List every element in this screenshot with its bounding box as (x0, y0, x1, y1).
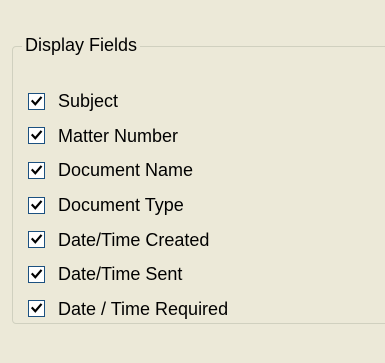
field-checkbox-matter-number[interactable]: Matter Number (28, 119, 228, 154)
dialog-panel: Display Fields Subject Matter Number Doc… (0, 0, 385, 363)
checkmark-icon (30, 199, 43, 210)
checkmark-icon (30, 303, 43, 314)
field-label: Matter Number (58, 125, 179, 146)
field-label: Date/Time Created (58, 229, 210, 250)
checkmark-icon (30, 96, 43, 106)
field-label: Date / Time Required (58, 298, 229, 319)
field-checkbox-subject[interactable]: Subject (28, 84, 228, 119)
checkmark-icon (30, 165, 43, 175)
field-checkbox-date-time-created[interactable]: Date/Time Created (28, 222, 228, 257)
display-fields-list: Subject Matter Number Document Name Docu… (28, 84, 228, 326)
field-label: Subject (58, 91, 119, 112)
field-label: Document Name (58, 160, 194, 181)
checkbox[interactable] (28, 127, 45, 145)
field-label: Date/Time Sent (58, 264, 183, 285)
checkbox[interactable] (28, 161, 45, 179)
checkmark-icon (30, 234, 43, 245)
checkbox[interactable] (28, 265, 45, 283)
groupbox-title: Display Fields (22, 34, 141, 56)
checkbox[interactable] (28, 92, 45, 110)
field-checkbox-document-name[interactable]: Document Name (28, 153, 228, 188)
checkbox[interactable] (28, 231, 45, 249)
field-checkbox-date-time-sent[interactable]: Date/Time Sent (28, 257, 228, 292)
checkmark-icon (30, 130, 43, 141)
field-label: Document Type (58, 195, 184, 216)
field-checkbox-document-type[interactable]: Document Type (28, 188, 228, 223)
field-checkbox-date-time-required[interactable]: Date / Time Required (28, 292, 228, 327)
checkbox[interactable] (28, 300, 45, 318)
checkmark-icon (30, 269, 43, 279)
checkbox[interactable] (28, 196, 45, 214)
